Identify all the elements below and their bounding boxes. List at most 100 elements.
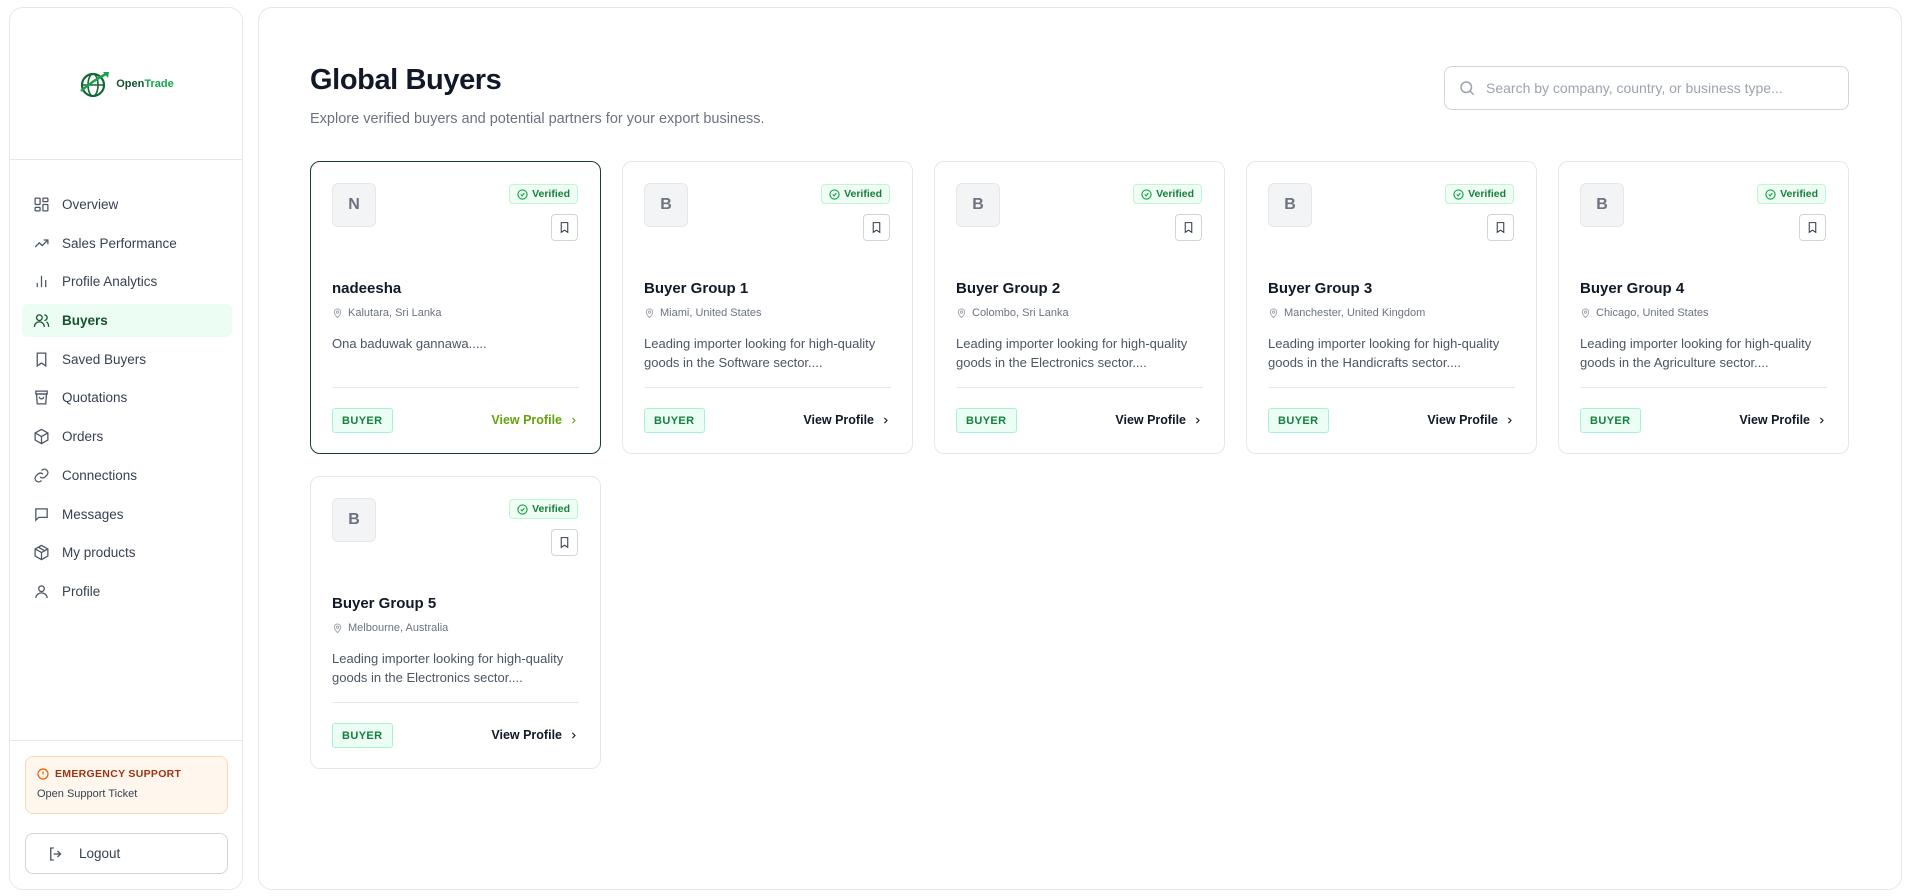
buyer-type-badge: BUYER — [332, 723, 393, 748]
sidebar-item-label: Quotations — [62, 390, 128, 406]
view-profile-link[interactable]: View Profile — [491, 413, 578, 427]
save-buyer-button[interactable] — [1799, 214, 1826, 241]
bookmark-icon — [1184, 222, 1193, 234]
verified-badge: Verified — [509, 184, 578, 204]
sidebar-item-saved-buyers[interactable]: Saved Buyers — [22, 343, 232, 376]
chevron-right-icon — [571, 416, 576, 424]
avatar: N — [332, 183, 376, 227]
view-profile-link[interactable]: View Profile — [491, 728, 578, 742]
sidebar-item-label: My products — [62, 545, 136, 561]
save-buyer-button[interactable] — [1175, 214, 1202, 241]
view-profile-link[interactable]: View Profile — [1427, 413, 1514, 427]
avatar: B — [956, 183, 1000, 227]
bookmark-icon — [1808, 222, 1817, 234]
trending-up-icon — [34, 239, 49, 248]
chevron-right-icon — [571, 731, 576, 739]
sidebar-item-label: Profile Analytics — [62, 274, 158, 290]
open-support-ticket-link[interactable]: Open Support Ticket — [37, 788, 216, 800]
verified-badge: Verified — [1757, 184, 1826, 204]
sidebar-item-quotations[interactable]: Quotations — [22, 381, 232, 414]
card-divider — [332, 387, 579, 388]
map-pin-icon — [333, 308, 342, 318]
buyer-card[interactable]: B Verified Buyer Group 1 Miami, United S… — [622, 161, 913, 454]
buyer-card[interactable]: B Verified Buyer Group 2 Colombo, Sri La… — [934, 161, 1225, 454]
check-circle-icon — [1765, 188, 1776, 200]
buyer-name: Buyer Group 4 — [1580, 280, 1685, 297]
sidebar-item-connections[interactable]: Connections — [22, 459, 232, 492]
buyer-location: Kalutara, Sri Lanka — [332, 307, 442, 319]
bookmark-icon — [560, 537, 569, 549]
check-circle-icon — [829, 188, 840, 200]
logout-button[interactable]: Logout — [25, 833, 228, 874]
sidebar-item-my-products[interactable]: My products — [22, 536, 232, 569]
sidebar-item-orders[interactable]: Orders — [22, 420, 232, 453]
alert-circle-icon — [37, 768, 49, 780]
map-pin-icon — [1581, 308, 1590, 318]
sidebar-item-label: Orders — [62, 429, 104, 445]
sidebar-item-overview[interactable]: Overview — [22, 188, 232, 221]
bookmark-icon — [1496, 222, 1505, 234]
check-circle-icon — [517, 188, 528, 200]
save-buyer-button[interactable] — [863, 214, 890, 241]
sidebar-item-sales-performance[interactable]: Sales Performance — [22, 227, 232, 260]
map-pin-icon — [333, 623, 342, 633]
search-input[interactable] — [1486, 80, 1836, 96]
view-profile-link[interactable]: View Profile — [803, 413, 890, 427]
bookmark-icon — [36, 352, 47, 367]
sidebar-item-label: Messages — [62, 506, 124, 522]
users-icon — [33, 314, 50, 327]
sidebar-item-label: Profile — [62, 583, 101, 599]
search-box[interactable] — [1444, 66, 1849, 110]
page-subtitle: Explore verified buyers and potential pa… — [310, 111, 765, 127]
chevron-right-icon — [1195, 416, 1200, 424]
buyer-name: Buyer Group 5 — [332, 595, 437, 612]
map-pin-icon — [645, 308, 654, 318]
card-divider — [1580, 387, 1827, 388]
buyer-card[interactable]: B Verified Buyer Group 3 Manchester, Uni… — [1246, 161, 1537, 454]
buyer-card[interactable]: N Verified nadeesha Kalutara, Sri Lanka … — [310, 161, 601, 454]
sidebar-item-label: Sales Performance — [62, 235, 177, 251]
verified-badge: Verified — [1445, 184, 1514, 204]
sidebar: OpenTrade Overview Sales Performance Pro… — [9, 7, 243, 890]
save-buyer-button[interactable] — [1487, 214, 1514, 241]
chevron-right-icon — [1819, 416, 1824, 424]
emergency-support-box[interactable]: EMERGENCY SUPPORT Open Support Ticket — [25, 756, 228, 814]
avatar: B — [644, 183, 688, 227]
page-title: Global Buyers — [310, 64, 502, 96]
bookmark-icon — [560, 222, 569, 234]
buyer-description: Leading importer looking for high-qualit… — [1268, 336, 1500, 370]
buyer-description: Leading importer looking for high-qualit… — [956, 336, 1188, 370]
package-icon — [34, 428, 49, 445]
buyer-name: Buyer Group 1 — [644, 280, 749, 297]
buyer-name: Buyer Group 2 — [956, 280, 1061, 297]
buyer-type-badge: BUYER — [644, 408, 705, 433]
buyer-type-badge: BUYER — [332, 408, 393, 433]
map-pin-icon — [1269, 308, 1278, 318]
buyer-type-badge: BUYER — [956, 408, 1017, 433]
sidebar-divider — [10, 740, 242, 741]
sidebar-item-profile[interactable]: Profile — [22, 575, 232, 608]
card-divider — [1268, 387, 1515, 388]
user-icon — [35, 585, 48, 598]
avatar: B — [1268, 183, 1312, 227]
overview-icon — [34, 197, 49, 212]
emergency-title: EMERGENCY SUPPORT — [37, 768, 216, 780]
save-buyer-button[interactable] — [551, 214, 578, 241]
sidebar-item-label: Connections — [62, 467, 138, 483]
save-buyer-button[interactable] — [551, 529, 578, 556]
chevron-right-icon — [1507, 416, 1512, 424]
buyer-card[interactable]: B Verified Buyer Group 5 Melbourne, Aust… — [310, 476, 601, 769]
sidebar-item-profile-analytics[interactable]: Profile Analytics — [22, 265, 232, 298]
logo[interactable]: OpenTrade — [10, 8, 242, 160]
view-profile-link[interactable]: View Profile — [1739, 413, 1826, 427]
sidebar-item-buyers[interactable]: Buyers — [22, 304, 232, 338]
buyer-type-badge: BUYER — [1580, 408, 1641, 433]
buyer-card[interactable]: B Verified Buyer Group 4 Chicago, United… — [1558, 161, 1849, 454]
view-profile-link[interactable]: View Profile — [1115, 413, 1202, 427]
card-divider — [644, 387, 891, 388]
logout-label: Logout — [79, 846, 121, 861]
sidebar-item-messages[interactable]: Messages — [22, 498, 232, 531]
logout-icon — [50, 846, 62, 861]
buyer-name: nadeesha — [332, 280, 402, 297]
link-icon — [34, 468, 49, 483]
